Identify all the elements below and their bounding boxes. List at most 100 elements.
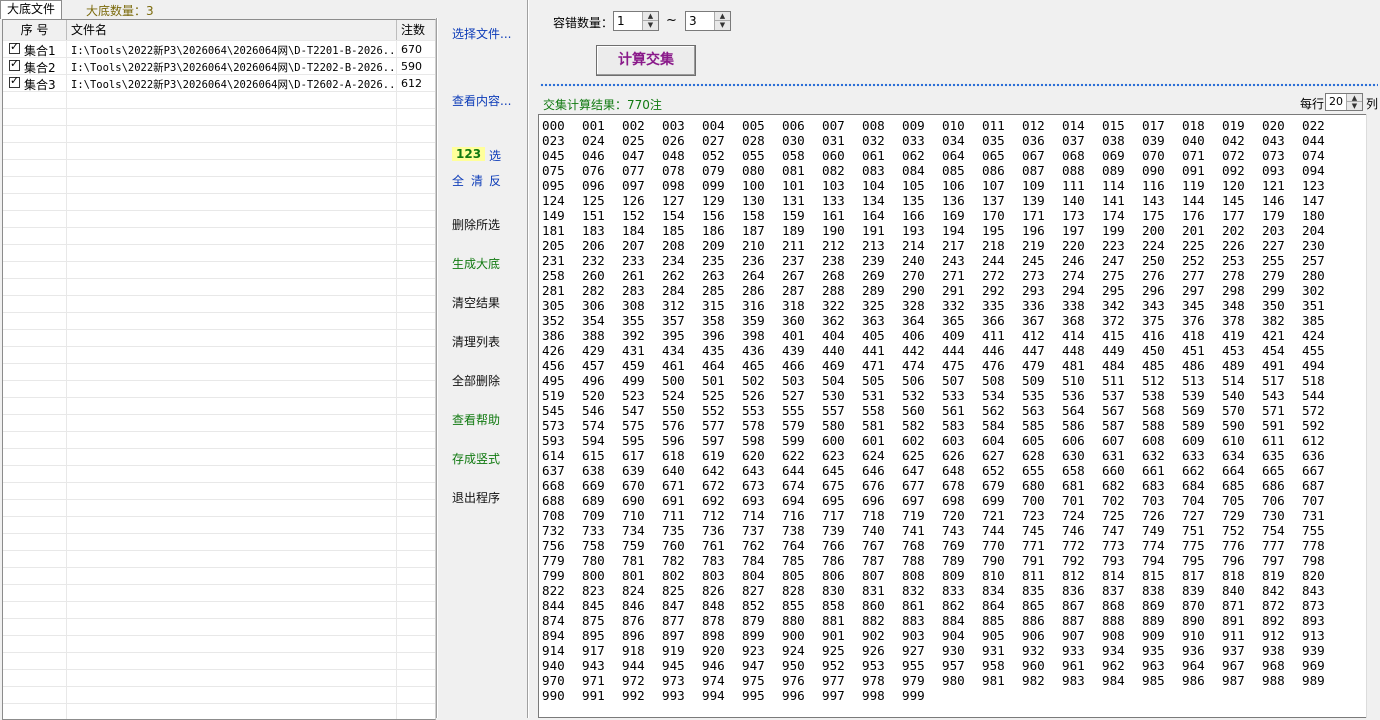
result-number: 135 <box>902 193 925 208</box>
result-number: 888 <box>1102 613 1125 628</box>
result-numbers: 000 001 002 003 004 005 006 007 008 009 010 011 012 0… <box>542 118 1342 703</box>
per-row-value[interactable]: 20 <box>1329 95 1343 108</box>
spinner-arrows[interactable]: ▲ ▼ <box>1346 94 1362 110</box>
spin-up-icon[interactable]: ▲ <box>643 12 658 21</box>
header-count[interactable]: 注数 <box>397 20 435 40</box>
result-number: 759 <box>622 538 645 553</box>
result-number: 001 <box>582 118 605 133</box>
select-file-button[interactable]: 选择文件... <box>452 25 511 42</box>
result-number: 293 <box>1022 283 1045 298</box>
tab-base-files[interactable]: 大底文件 <box>0 0 62 19</box>
error-max-value[interactable]: 3 <box>689 14 697 28</box>
result-number: 724 <box>1062 508 1085 523</box>
select-button[interactable]: 选 <box>489 147 501 164</box>
result-number: 217 <box>942 238 965 253</box>
select-all-button[interactable]: 全 <box>452 172 464 189</box>
row-checkbox[interactable] <box>9 40 20 54</box>
list-item[interactable]: 集合3 I:\Tools\2022新P3\2026064\2026064网\D-… <box>3 74 435 92</box>
result-textarea[interactable]: 000 001 002 003 004 005 006 007 008 009 010 011 012 0… <box>538 114 1368 718</box>
result-number: 392 <box>622 328 645 343</box>
delete-all-button[interactable]: 全部删除 <box>452 372 500 389</box>
spin-down-icon[interactable]: ▼ <box>715 21 730 30</box>
delete-selected-button[interactable]: 删除所选 <box>452 216 500 233</box>
result-number: 080 <box>742 163 765 178</box>
spinner-arrows[interactable]: ▲ ▼ <box>642 12 658 30</box>
row-name: 集合2 <box>24 61 56 75</box>
exit-button[interactable]: 退出程序 <box>452 489 500 506</box>
clear-list-button[interactable]: 清理列表 <box>452 333 500 350</box>
help-button[interactable]: 查看帮助 <box>452 411 500 428</box>
result-number: 366 <box>982 313 1005 328</box>
per-row-spinner[interactable]: 20 ▲ ▼ <box>1325 93 1363 111</box>
spin-down-icon[interactable]: ▼ <box>643 21 658 30</box>
result-number: 646 <box>862 463 885 478</box>
result-number: 368 <box>1062 313 1085 328</box>
result-number: 737 <box>742 523 765 538</box>
result-number: 294 <box>1062 283 1085 298</box>
result-number: 747 <box>1102 523 1125 538</box>
select-number-button[interactable]: 123 <box>452 147 486 161</box>
result-number: 593 <box>542 433 565 448</box>
calculate-intersection-button[interactable]: 计算交集 <box>596 45 696 76</box>
clear-selection-button[interactable]: 清 <box>471 172 483 189</box>
spin-up-icon[interactable]: ▲ <box>715 12 730 21</box>
result-number: 693 <box>742 493 765 508</box>
result-number: 355 <box>622 313 645 328</box>
result-number: 633 <box>1182 448 1205 463</box>
save-vertical-button[interactable]: 存成竖式 <box>452 450 500 467</box>
result-number: 281 <box>542 283 565 298</box>
result-number: 367 <box>1022 313 1045 328</box>
header-index[interactable]: 序 号 <box>3 20 67 40</box>
result-number: 977 <box>822 673 845 688</box>
result-number: 557 <box>822 403 845 418</box>
result-number: 212 <box>822 238 845 253</box>
result-number: 469 <box>822 358 845 373</box>
error-min-spinner[interactable]: 1 ▲ ▼ <box>613 11 659 31</box>
result-number: 143 <box>1142 193 1165 208</box>
result-number: 232 <box>582 253 605 268</box>
view-content-button[interactable]: 查看内容... <box>452 92 511 109</box>
result-number: 227 <box>1262 238 1285 253</box>
result-number: 717 <box>822 508 845 523</box>
result-number: 932 <box>1022 643 1045 658</box>
result-number: 838 <box>1142 583 1165 598</box>
result-number: 974 <box>702 673 725 688</box>
result-number: 619 <box>702 448 725 463</box>
result-number: 491 <box>1262 358 1285 373</box>
file-list[interactable]: 序 号 文件名 注数 集合1 I:\Tools\2022新P3\2026064\… <box>2 19 436 720</box>
result-number: 358 <box>702 313 725 328</box>
result-number: 904 <box>942 628 965 643</box>
result-number: 126 <box>622 193 645 208</box>
result-number: 255 <box>1262 253 1285 268</box>
invert-selection-button[interactable]: 反 <box>489 172 501 189</box>
result-number: 812 <box>1062 568 1085 583</box>
result-number: 269 <box>862 268 885 283</box>
result-number: 061 <box>862 148 885 163</box>
result-number: 465 <box>742 358 765 373</box>
spin-down-icon[interactable]: ▼ <box>1347 102 1362 110</box>
list-item[interactable]: 集合1 I:\Tools\2022新P3\2026064\2026064网\D-… <box>3 40 435 58</box>
result-number: 721 <box>982 508 1005 523</box>
result-number: 525 <box>702 388 725 403</box>
result-number: 146 <box>1262 193 1285 208</box>
result-number: 805 <box>782 568 805 583</box>
result-number: 052 <box>702 148 725 163</box>
error-min-value[interactable]: 1 <box>617 14 625 28</box>
row-checkbox[interactable] <box>9 57 20 71</box>
error-max-spinner[interactable]: 3 ▲ ▼ <box>685 11 731 31</box>
result-number: 440 <box>822 343 845 358</box>
header-filename[interactable]: 文件名 <box>67 20 397 40</box>
generate-base-button[interactable]: 生成大底 <box>452 255 500 272</box>
row-checkbox[interactable] <box>9 74 20 88</box>
result-number: 833 <box>942 583 965 598</box>
spinner-arrows[interactable]: ▲ ▼ <box>714 12 730 30</box>
vertical-scrollbar[interactable] <box>1366 114 1380 718</box>
clear-result-button[interactable]: 清空结果 <box>452 294 500 311</box>
result-number: 788 <box>902 553 925 568</box>
result-number: 219 <box>1022 238 1045 253</box>
result-number: 808 <box>902 568 925 583</box>
list-item[interactable]: 集合2 I:\Tools\2022新P3\2026064\2026064网\D-… <box>3 57 435 75</box>
result-number: 098 <box>662 178 685 193</box>
result-number: 502 <box>742 373 765 388</box>
spin-up-icon[interactable]: ▲ <box>1347 94 1362 102</box>
